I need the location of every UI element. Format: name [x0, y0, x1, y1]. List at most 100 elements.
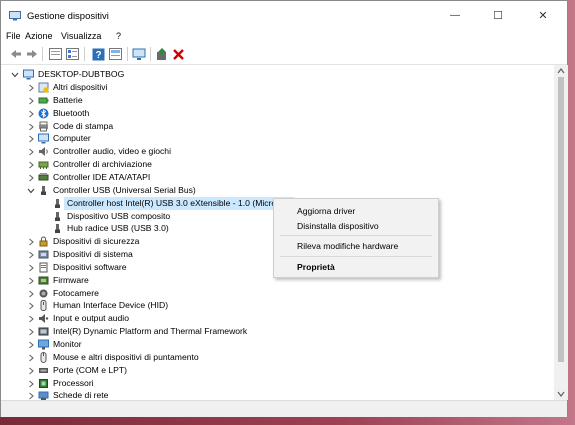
toolbar-separator — [150, 47, 151, 61]
battery-icon — [38, 97, 49, 104]
tree-category[interactable]: Controller di archiviazione — [1, 158, 554, 171]
processor-icon — [39, 378, 48, 388]
tree-category[interactable]: Processori — [1, 377, 554, 390]
ctx-separator — [280, 256, 432, 257]
tree-category[interactable]: Batterie — [1, 94, 554, 107]
ctx-scan-hardware-label: Rileva modifiche hardware — [297, 241, 399, 251]
list-button[interactable] — [65, 47, 79, 61]
hid-icon — [40, 300, 47, 312]
tree-category[interactable]: Fotocamere — [1, 287, 554, 300]
expand-arrow-icon[interactable] — [27, 302, 35, 310]
expand-arrow-icon[interactable] — [27, 392, 35, 400]
ctx-properties[interactable]: Proprietà — [274, 259, 438, 275]
expand-arrow-icon[interactable] — [27, 380, 35, 388]
svg-text:?: ? — [95, 50, 101, 61]
maximize-button[interactable]: ☐ — [476, 1, 520, 30]
toolbar: ? — [1, 43, 567, 65]
storage-controller-icon — [38, 161, 49, 170]
menu-azione[interactable]: Azione — [25, 31, 53, 41]
update-driver-button[interactable] — [155, 47, 169, 61]
tree-category[interactable]: Intel(R) Dynamic Platform and Thermal Fr… — [1, 325, 554, 338]
expand-arrow-icon[interactable] — [27, 238, 35, 246]
tree-item-label: Intel(R) Dynamic Platform and Thermal Fr… — [53, 326, 248, 337]
vertical-scrollbar[interactable] — [554, 65, 568, 400]
expand-arrow-icon[interactable] — [27, 97, 35, 105]
properties-button[interactable] — [48, 47, 62, 61]
ctx-update-driver-label: Aggiorna driver — [297, 206, 356, 216]
view-button[interactable] — [108, 47, 122, 61]
expand-arrow-icon[interactable] — [27, 148, 35, 156]
close-button[interactable]: ✕ — [521, 1, 565, 30]
expand-arrow-icon[interactable] — [27, 341, 35, 349]
expand-arrow-icon[interactable] — [27, 290, 35, 298]
expand-arrow-icon[interactable] — [27, 264, 35, 272]
expand-arrow-icon[interactable] — [27, 354, 35, 362]
scroll-down-icon[interactable] — [557, 391, 565, 397]
tree-item-label: Monitor — [53, 339, 82, 349]
collapse-arrow-icon[interactable] — [11, 71, 19, 79]
tree-category[interactable]: Bluetooth — [1, 107, 554, 120]
minimize-button[interactable]: — — [433, 1, 477, 30]
view-icon — [108, 48, 122, 60]
expand-arrow-icon[interactable] — [27, 251, 35, 259]
menu-visualizza[interactable]: Visualizza — [61, 31, 101, 41]
tree-root[interactable]: DESKTOP-DUBTBOG — [1, 68, 554, 81]
expand-arrow-icon[interactable] — [27, 367, 35, 375]
uninstall-button[interactable] — [171, 47, 185, 61]
menu-file[interactable]: File — [6, 31, 21, 41]
tree-item-label: Processori — [53, 377, 94, 388]
back-button[interactable] — [9, 47, 23, 61]
ctx-uninstall-device-label: Disinstalla dispositivo — [297, 221, 379, 231]
speaker-icon — [39, 147, 48, 157]
tree-category[interactable]: Controller USB (Universal Serial Bus) — [1, 184, 554, 197]
system-device-icon — [38, 250, 49, 259]
expand-arrow-icon[interactable] — [27, 328, 35, 336]
expand-arrow-icon[interactable] — [27, 135, 35, 143]
scroll-up-icon[interactable] — [557, 68, 565, 74]
tree-category[interactable]: Monitor — [1, 338, 554, 351]
tree-item-label: Porte (COM e LPT) — [53, 364, 128, 375]
collapse-arrow-icon[interactable] — [27, 187, 35, 195]
tree-category[interactable]: Schede di rete — [1, 389, 554, 400]
tree-category[interactable]: Controller audio, video e giochi — [1, 145, 554, 158]
tree-root-label: DESKTOP-DUBTBOG — [38, 69, 125, 79]
expand-arrow-icon[interactable] — [27, 161, 35, 169]
ctx-update-driver[interactable]: Aggiorna driver — [274, 203, 438, 219]
tree-category[interactable]: Mouse e altri dispositivi di puntamento — [1, 351, 554, 364]
status-bar — [1, 400, 567, 417]
menu-help[interactable]: ? — [116, 31, 121, 41]
ctx-scan-hardware[interactable]: Rileva modifiche hardware — [274, 238, 438, 254]
title-bar: Gestione dispositivi — ☐ ✕ — [1, 1, 567, 30]
tree-category[interactable]: Code di stampa — [1, 120, 554, 133]
tree-item-label: Dispositivi di sicurezza — [53, 236, 140, 247]
tree-item-label: Fotocamere — [53, 287, 99, 298]
scan-hardware-button[interactable] — [132, 47, 146, 61]
expand-arrow-icon[interactable] — [27, 315, 35, 323]
tree-category[interactable]: Altri dispositivi — [1, 81, 554, 94]
tree-category[interactable]: Porte (COM e LPT) — [1, 364, 554, 377]
tree-item-label: Human Interface Device (HID) — [53, 300, 169, 311]
ctx-uninstall-device[interactable]: Disinstalla dispositivo — [274, 218, 438, 234]
minimize-icon: — — [450, 10, 460, 21]
expand-arrow-icon[interactable] — [27, 174, 35, 182]
expand-arrow-icon[interactable] — [27, 123, 35, 131]
tree-category[interactable]: Computer — [1, 132, 554, 145]
tree-category[interactable]: Controller IDE ATA/ATAPI — [1, 171, 554, 184]
help-button[interactable]: ? — [91, 47, 105, 61]
audio-io-icon — [39, 314, 49, 324]
expand-arrow-icon[interactable] — [27, 110, 35, 118]
tree-item-label: Controller host Intel(R) USB 3.0 eXtensi… — [67, 197, 281, 208]
tree-item-label: Code di stampa — [53, 120, 114, 131]
usb-icon — [55, 224, 60, 234]
tree-category[interactable]: Input e output audio — [1, 312, 554, 325]
expand-arrow-icon[interactable] — [27, 277, 35, 285]
ctx-separator — [280, 235, 432, 236]
tree-category[interactable]: Human Interface Device (HID) — [1, 299, 554, 312]
usb-icon — [55, 211, 60, 221]
forward-button[interactable] — [25, 47, 39, 61]
ctx-properties-label: Proprietà — [297, 262, 335, 272]
scrollbar-thumb[interactable] — [558, 77, 564, 362]
expand-arrow-icon[interactable] — [27, 84, 35, 92]
tree-item-label: Mouse e altri dispositivi di puntamento — [53, 351, 199, 362]
mouse-icon — [40, 351, 47, 363]
